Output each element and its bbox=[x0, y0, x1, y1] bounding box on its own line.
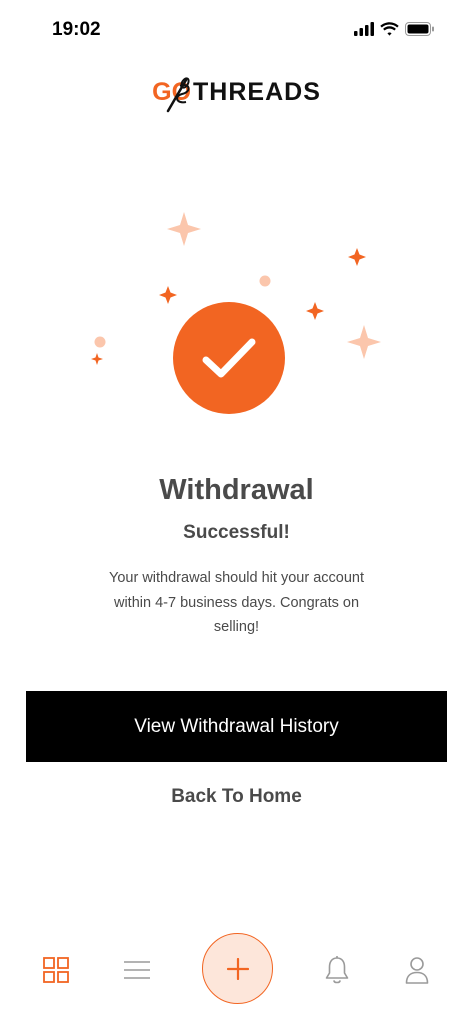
tab-home[interactable] bbox=[36, 950, 76, 990]
success-illustration bbox=[80, 200, 400, 430]
tab-profile[interactable] bbox=[397, 950, 437, 990]
view-withdrawal-history-button[interactable]: View Withdrawal History bbox=[26, 691, 447, 762]
profile-icon bbox=[405, 957, 429, 984]
bell-icon bbox=[325, 956, 349, 984]
status-time: 19:02 bbox=[52, 19, 101, 40]
logo-part-threads: THREADS bbox=[193, 78, 321, 106]
tab-menu[interactable] bbox=[117, 950, 157, 990]
signal-icon bbox=[354, 22, 374, 36]
tab-notifications[interactable] bbox=[317, 950, 357, 990]
wifi-icon bbox=[380, 22, 399, 36]
bottom-tab-bar bbox=[0, 930, 473, 1010]
success-check-badge bbox=[173, 302, 285, 414]
status-icons bbox=[354, 22, 435, 36]
plus-icon bbox=[226, 957, 249, 980]
back-to-home-link[interactable]: Back To Home bbox=[0, 786, 473, 808]
add-listing-button[interactable] bbox=[202, 933, 273, 1004]
needle-logo-icon bbox=[166, 77, 190, 113]
success-subtitle: Successful! bbox=[183, 522, 290, 543]
grid-icon bbox=[43, 957, 69, 983]
menu-icon bbox=[124, 961, 150, 979]
app-logo: GO THREADS bbox=[0, 78, 473, 107]
success-title: Withdrawal bbox=[159, 474, 314, 506]
success-message: Your withdrawal should hit your account … bbox=[109, 570, 364, 635]
status-bar: 19:02 bbox=[0, 0, 473, 60]
battery-icon bbox=[405, 22, 434, 36]
checkmark-icon bbox=[202, 338, 256, 378]
